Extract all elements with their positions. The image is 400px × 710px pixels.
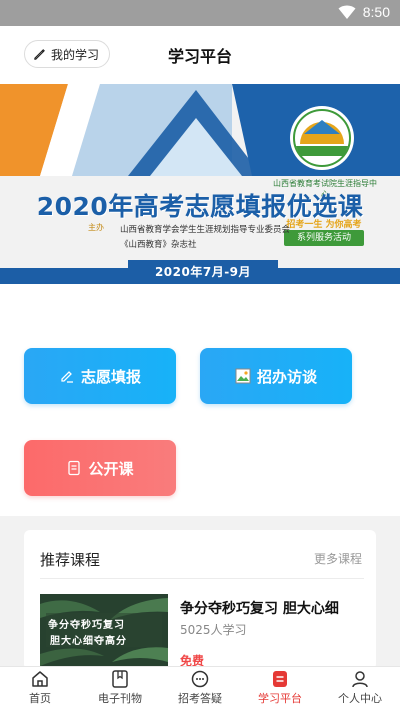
open-course-button[interactable]: 公开课 (24, 440, 176, 496)
status-time: 8:50 (362, 4, 390, 20)
document-icon (68, 460, 81, 476)
nav-item-home[interactable]: 首页 (0, 667, 80, 710)
app-screen: 8:50 我的学习 学习平台 山西省教育考试院生涯指导中心 招考一生 为你高考 … (0, 0, 400, 710)
recommend-divider (40, 578, 364, 579)
wifi-icon (338, 5, 356, 19)
open-course-label: 公开课 (88, 459, 134, 478)
nav-label-magazine: 电子刊物 (98, 692, 142, 705)
app-header: 我的学习 学习平台 (0, 26, 400, 84)
status-bar: 8:50 (0, 0, 400, 26)
nav-label-profile: 个人中心 (338, 692, 382, 705)
course-learner-count: 5025人学习 (180, 623, 247, 637)
nav-item-profile[interactable]: 个人中心 (320, 667, 400, 710)
admission-interview-label: 招办访谈 (256, 367, 317, 386)
banner-date-range: 2020年7月-9月 (128, 260, 278, 284)
nav-item-study[interactable]: 学习平台 (240, 667, 320, 710)
banner-title: 2020年高考志愿填报优选课 (36, 192, 364, 221)
volunteer-fill-button[interactable]: 志愿填报 (24, 348, 176, 404)
promo-banner[interactable]: 山西省教育考试院生涯指导中心 招考一生 为你高考 系列服务活动 2020年高考志… (0, 84, 400, 294)
user-icon (352, 671, 368, 688)
banner-organizer-1: 山西省教育学会学生生涯规划指导专业委员会 (120, 225, 291, 235)
nav-label-home: 首页 (29, 692, 51, 705)
course-thumbnail-line-1: 争分夺秒巧复习 (48, 620, 125, 631)
course-thumbnail-line-2: 胆大心细夺高分 (50, 636, 127, 647)
bottom-navigation: 首页 电子刊物 招考答疑 学习平台 个人中心 (0, 666, 400, 710)
volunteer-fill-label: 志愿填报 (80, 367, 141, 386)
banner-sponsor-label: 主办 (88, 223, 104, 232)
page-title: 学习平台 (167, 47, 232, 66)
recommend-card: 推荐课程 更多课程 争分夺秒巧复习 胆大心细夺高分 争分夺秒巧复习 胆大心细 5… (24, 530, 376, 670)
banner-organizer-2: 《山西教育》杂志社 (120, 240, 197, 250)
nav-item-magazine[interactable]: 电子刊物 (80, 667, 160, 710)
nav-label-study: 学习平台 (258, 692, 302, 705)
nav-item-qa[interactable]: 招考答疑 (160, 667, 240, 710)
course-thumbnail[interactable]: 争分夺秒巧复习 胆大心细夺高分 (40, 594, 168, 670)
recommend-title: 推荐课程 (40, 551, 101, 569)
study-icon (273, 671, 287, 687)
nav-label-qa: 招考答疑 (178, 692, 222, 705)
home-icon (32, 671, 48, 687)
edit-icon (61, 371, 73, 383)
chat-icon (191, 670, 209, 688)
admission-interview-button[interactable]: 招办访谈 (200, 348, 352, 404)
course-title[interactable]: 争分夺秒巧复习 胆大心细 (180, 598, 339, 618)
image-icon (235, 368, 251, 384)
magazine-icon (112, 670, 128, 688)
more-courses-link[interactable]: 更多课程 (314, 550, 362, 567)
banner-logo-label: 系列服务活动 (284, 230, 364, 246)
